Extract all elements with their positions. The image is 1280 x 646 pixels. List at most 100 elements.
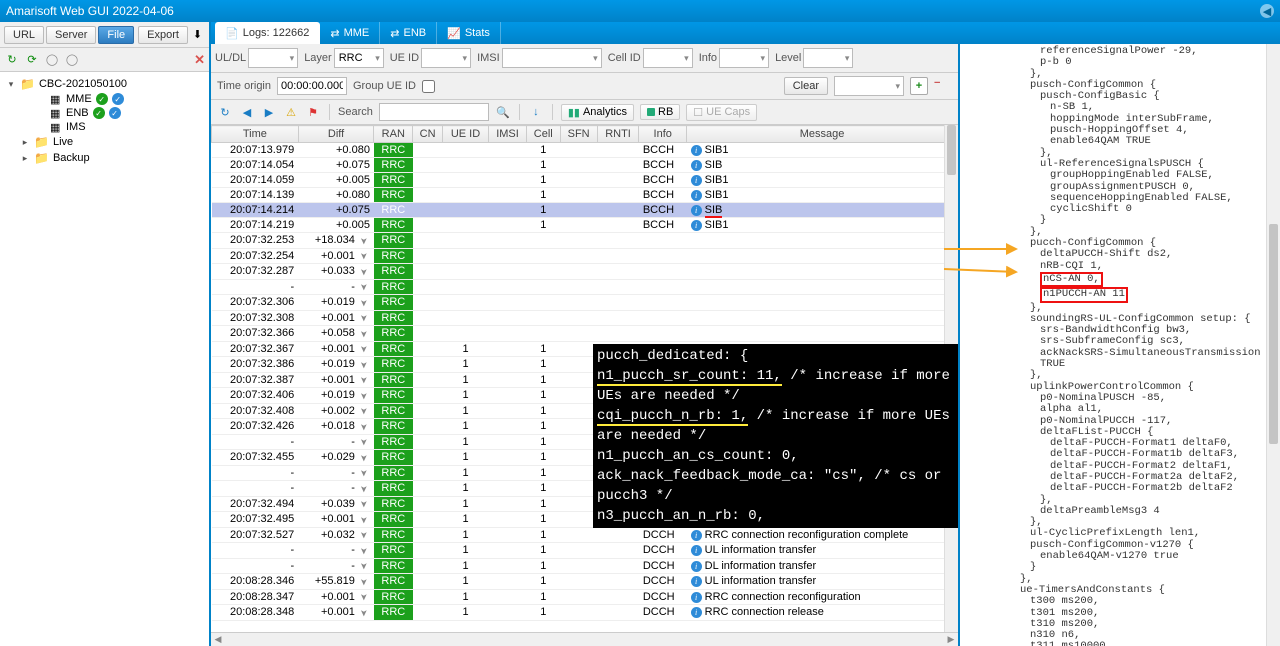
info-icon[interactable]: i <box>691 145 702 156</box>
tree-item[interactable]: ▦ENB✓✓ <box>6 106 203 120</box>
goto-icon[interactable]: ➤ <box>358 312 370 324</box>
tab[interactable]: ⇄ENB <box>380 22 437 44</box>
column-header[interactable]: UE ID <box>443 126 489 143</box>
goto-icon[interactable]: ➤ <box>358 421 370 433</box>
tab[interactable]: 📄Logs: 122662 <box>215 22 320 44</box>
level-combo[interactable] <box>803 48 853 68</box>
table-row[interactable]: 20:07:32.253+18.034 ➤RRC <box>212 233 958 249</box>
uldl-combo[interactable] <box>248 48 298 68</box>
table-row[interactable]: 20:07:32.254+0.001 ➤RRC <box>212 248 958 264</box>
tree-item[interactable]: ▸📁Backup <box>6 150 203 166</box>
table-row[interactable]: -- ➤RRC <box>212 279 958 295</box>
add-filter-icon[interactable]: + <box>910 77 928 95</box>
goto-icon[interactable]: ➤ <box>358 483 370 495</box>
tree-item[interactable]: ▦IMS <box>6 120 203 134</box>
table-row[interactable]: 20:07:14.139+0.080 RRC1BCCHi SIB1 <box>212 188 958 203</box>
column-header[interactable]: Diff <box>298 126 374 143</box>
table-row[interactable]: 20:07:32.287+0.033 ➤RRC <box>212 264 958 280</box>
goto-down-icon[interactable]: ↓ <box>528 104 544 120</box>
table-row[interactable]: -- ➤RRC11DCCHi DL information transfer <box>212 558 958 574</box>
search-input[interactable] <box>379 103 489 121</box>
h-scrollbar[interactable]: ◀ ▶ <box>211 632 958 646</box>
detail-v-scrollbar[interactable] <box>1266 44 1280 646</box>
imsi-combo[interactable] <box>502 48 602 68</box>
info-icon[interactable]: i <box>691 561 702 572</box>
log-table-wrap[interactable]: TimeDiffRANCNUE IDIMSICellSFNRNTIInfoMes… <box>211 125 958 632</box>
info-icon[interactable]: i <box>691 576 702 587</box>
goto-icon[interactable]: ➤ <box>358 498 370 510</box>
scroll-right-icon[interactable]: ▶ <box>944 634 958 646</box>
refresh-logs-icon[interactable]: ↻ <box>217 104 233 120</box>
ueid-combo[interactable] <box>421 48 471 68</box>
goto-icon[interactable]: ➤ <box>358 467 370 479</box>
goto-icon[interactable]: ➤ <box>358 328 370 340</box>
goto-icon[interactable]: ➤ <box>358 281 370 293</box>
table-row[interactable]: 20:07:14.214+0.075 RRC1BCCHi SIB <box>212 203 958 218</box>
clear-button[interactable]: Clear <box>784 77 828 95</box>
table-row[interactable]: 20:08:28.347+0.001 ➤RRC11DCCHi RRC conne… <box>212 589 958 605</box>
info-icon[interactable]: i <box>691 220 702 231</box>
column-header[interactable]: RNTI <box>597 126 639 143</box>
info-icon[interactable]: i <box>691 530 702 541</box>
goto-icon[interactable]: ➤ <box>358 607 370 619</box>
goto-icon[interactable]: ➤ <box>358 374 370 386</box>
stop-icon[interactable]: ◯ <box>44 52 60 68</box>
info-icon[interactable]: i <box>691 592 702 603</box>
tab[interactable]: 📈Stats <box>437 22 501 44</box>
url-button[interactable]: URL <box>4 26 44 44</box>
table-row[interactable]: 20:07:32.306+0.019 ➤RRC <box>212 295 958 311</box>
download-icon[interactable]: ⬇ <box>190 27 205 43</box>
goto-icon[interactable]: ➤ <box>358 452 370 464</box>
tree-item[interactable]: ▾📁CBC-2021050100 <box>6 76 203 92</box>
refresh-icon[interactable]: ↻ <box>4 52 20 68</box>
layer-combo[interactable]: RRC <box>334 48 384 68</box>
table-row[interactable]: 20:08:28.346+55.819 ➤RRC11DCCHi UL infor… <box>212 574 958 590</box>
nav-fwd-icon[interactable]: ▶ <box>261 104 277 120</box>
warn-icon[interactable]: ⚠ <box>283 104 299 120</box>
info-icon[interactable]: i <box>691 175 702 186</box>
table-row[interactable]: -- ➤RRC11DCCHi UL information transfer <box>212 543 958 559</box>
goto-icon[interactable]: ➤ <box>358 266 370 278</box>
info-combo[interactable] <box>719 48 769 68</box>
tree-item[interactable]: ▦MME✓✓ <box>6 92 203 106</box>
table-row[interactable]: 20:07:14.054+0.075 RRC1BCCHi SIB <box>212 158 958 173</box>
table-row[interactable]: 20:07:32.527+0.032 ➤RRC11DCCHi RRC conne… <box>212 527 958 543</box>
goto-icon[interactable]: ➤ <box>358 545 370 557</box>
column-header[interactable]: Info <box>639 126 687 143</box>
tree-item[interactable]: ▸📁Live <box>6 134 203 150</box>
refresh-all-icon[interactable]: ⟳ <box>24 52 40 68</box>
column-header[interactable]: IMSI <box>489 126 527 143</box>
info-icon[interactable]: i <box>691 160 702 171</box>
pause-icon[interactable]: ◯ <box>64 52 80 68</box>
goto-icon[interactable]: ➤ <box>358 529 370 541</box>
detail-panel[interactable]: referenceSignalPower -29,p-b 0},pusch-Co… <box>960 44 1280 646</box>
sidebar-collapse-icon[interactable]: ◀ <box>1260 4 1274 18</box>
goto-icon[interactable]: ➤ <box>358 436 370 448</box>
goto-icon[interactable]: ➤ <box>358 343 370 355</box>
scroll-left-icon[interactable]: ◀ <box>211 634 225 646</box>
goto-icon[interactable]: ➤ <box>358 591 370 603</box>
binoculars-icon[interactable]: 🔍 <box>495 104 511 120</box>
goto-icon[interactable]: ➤ <box>358 405 370 417</box>
remove-filter-icon[interactable]: − <box>934 77 952 95</box>
rb-button[interactable]: RB <box>640 104 680 120</box>
goto-icon[interactable]: ➤ <box>358 576 370 588</box>
table-row[interactable]: 20:07:14.059+0.005 RRC1BCCHi SIB1 <box>212 173 958 188</box>
info-icon[interactable]: i <box>691 545 702 556</box>
server-button[interactable]: Server <box>46 26 96 44</box>
goto-icon[interactable]: ➤ <box>358 390 370 402</box>
ue-caps-button[interactable]: ☐UE Caps <box>686 104 757 121</box>
table-row[interactable]: 20:07:13.979+0.080 RRC1BCCHi SIB1 <box>212 143 958 158</box>
goto-icon[interactable]: ➤ <box>358 560 370 572</box>
file-button[interactable]: File <box>98 26 134 44</box>
goto-icon[interactable]: ➤ <box>358 359 370 371</box>
close-icon[interactable]: ✕ <box>194 52 205 68</box>
info-icon[interactable]: i <box>691 205 702 216</box>
info-icon[interactable]: i <box>691 190 702 201</box>
preset-combo[interactable] <box>834 76 904 96</box>
column-header[interactable]: Message <box>687 126 958 143</box>
group-ue-checkbox[interactable] <box>422 80 435 93</box>
bookmark-icon[interactable]: ⚑ <box>305 104 321 120</box>
export-button[interactable]: Export <box>138 26 188 44</box>
table-row[interactable]: 20:07:14.219+0.005 RRC1BCCHi SIB1 <box>212 218 958 233</box>
